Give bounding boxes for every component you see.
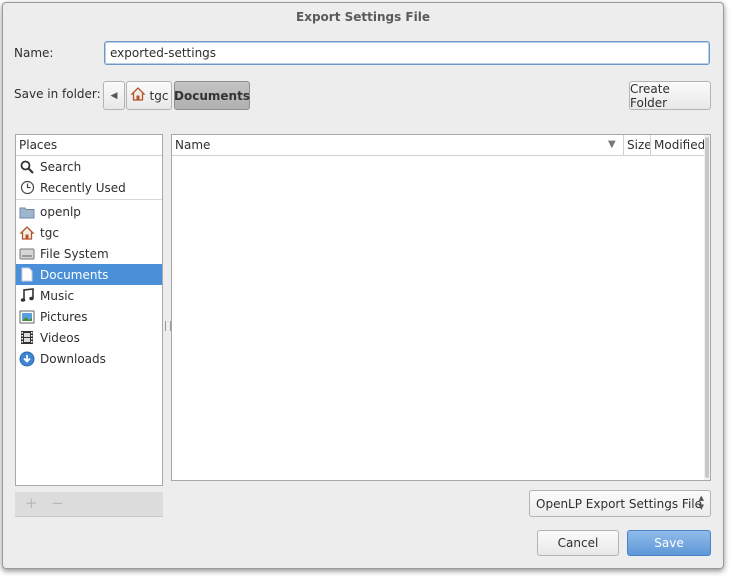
place-label: Downloads: [40, 351, 106, 366]
folder-icon: [19, 204, 35, 220]
place-label: Pictures: [40, 309, 88, 324]
vertical-scrollbar[interactable]: [704, 135, 710, 480]
place-recently-used[interactable]: Recently Used: [16, 177, 162, 198]
path-segment-documents[interactable]: Documents: [174, 81, 250, 110]
create-folder-button[interactable]: Create Folder: [629, 81, 711, 110]
place-pictures[interactable]: Pictures: [16, 306, 162, 327]
file-list-header: Name ▼ Size Modified: [172, 135, 710, 156]
sort-descending-icon: ▼: [608, 139, 616, 150]
music-icon: [19, 288, 35, 304]
file-list[interactable]: Name ▼ Size Modified: [171, 134, 711, 481]
file-type-filter[interactable]: OpenLP Export Settings File ▲ ▼: [529, 490, 711, 517]
place-label: tgc: [40, 225, 59, 240]
column-name-header[interactable]: Name: [175, 135, 210, 155]
film-icon: [19, 330, 35, 346]
places-sidebar: Places Search Recently Used openlp tgc F…: [15, 134, 163, 486]
column-modified-header[interactable]: Modified: [650, 135, 705, 155]
place-openlp[interactable]: openlp: [16, 201, 162, 222]
export-settings-dialog: Export Settings File Name: Save in folde…: [2, 2, 724, 569]
path-segment-label: Documents: [174, 88, 250, 103]
home-icon: [19, 225, 35, 241]
place-tgc[interactable]: tgc: [16, 222, 162, 243]
save-button[interactable]: Save: [627, 530, 711, 556]
place-label: Documents: [40, 267, 109, 282]
place-documents[interactable]: Documents: [16, 264, 162, 285]
place-label: Videos: [40, 330, 80, 345]
download-icon: [19, 351, 35, 367]
home-icon: [129, 86, 146, 105]
add-bookmark-button[interactable]: +: [25, 494, 38, 512]
path-segment-label: tgc: [149, 88, 169, 103]
clock-icon: [19, 180, 35, 196]
document-icon: [19, 267, 35, 283]
place-label: File System: [40, 246, 109, 261]
dialog-title: Export Settings File: [296, 10, 430, 24]
file-type-filter-value: OpenLP Export Settings File: [536, 496, 702, 511]
file-name-input[interactable]: [104, 41, 710, 65]
save-in-folder-label: Save in folder:: [14, 87, 101, 101]
pictures-icon: [19, 309, 35, 325]
places-toolbar: + −: [15, 492, 163, 517]
path-segment-tgc[interactable]: tgc: [126, 81, 172, 110]
place-music[interactable]: Music: [16, 285, 162, 306]
search-icon: [19, 159, 35, 175]
column-size-header[interactable]: Size: [623, 135, 652, 155]
place-label: openlp: [40, 204, 81, 219]
cancel-button[interactable]: Cancel: [537, 530, 619, 556]
places-header: Places: [16, 135, 162, 156]
updown-arrows-icon: ▲ ▼: [698, 494, 704, 511]
name-label: Name:: [14, 46, 54, 60]
place-label: Recently Used: [40, 180, 126, 195]
place-label: Music: [40, 288, 75, 303]
place-downloads[interactable]: Downloads: [16, 348, 162, 369]
scrollbar-thumb[interactable]: [705, 137, 709, 478]
place-file-system[interactable]: File System: [16, 243, 162, 264]
place-videos[interactable]: Videos: [16, 327, 162, 348]
drive-icon: [19, 246, 35, 262]
remove-bookmark-button[interactable]: −: [51, 494, 64, 512]
place-search[interactable]: Search: [16, 156, 162, 177]
place-label: Search: [40, 159, 82, 174]
left-arrow-icon: ◀: [110, 90, 118, 101]
places-separator: [16, 199, 162, 200]
path-back-button[interactable]: ◀: [103, 81, 125, 110]
